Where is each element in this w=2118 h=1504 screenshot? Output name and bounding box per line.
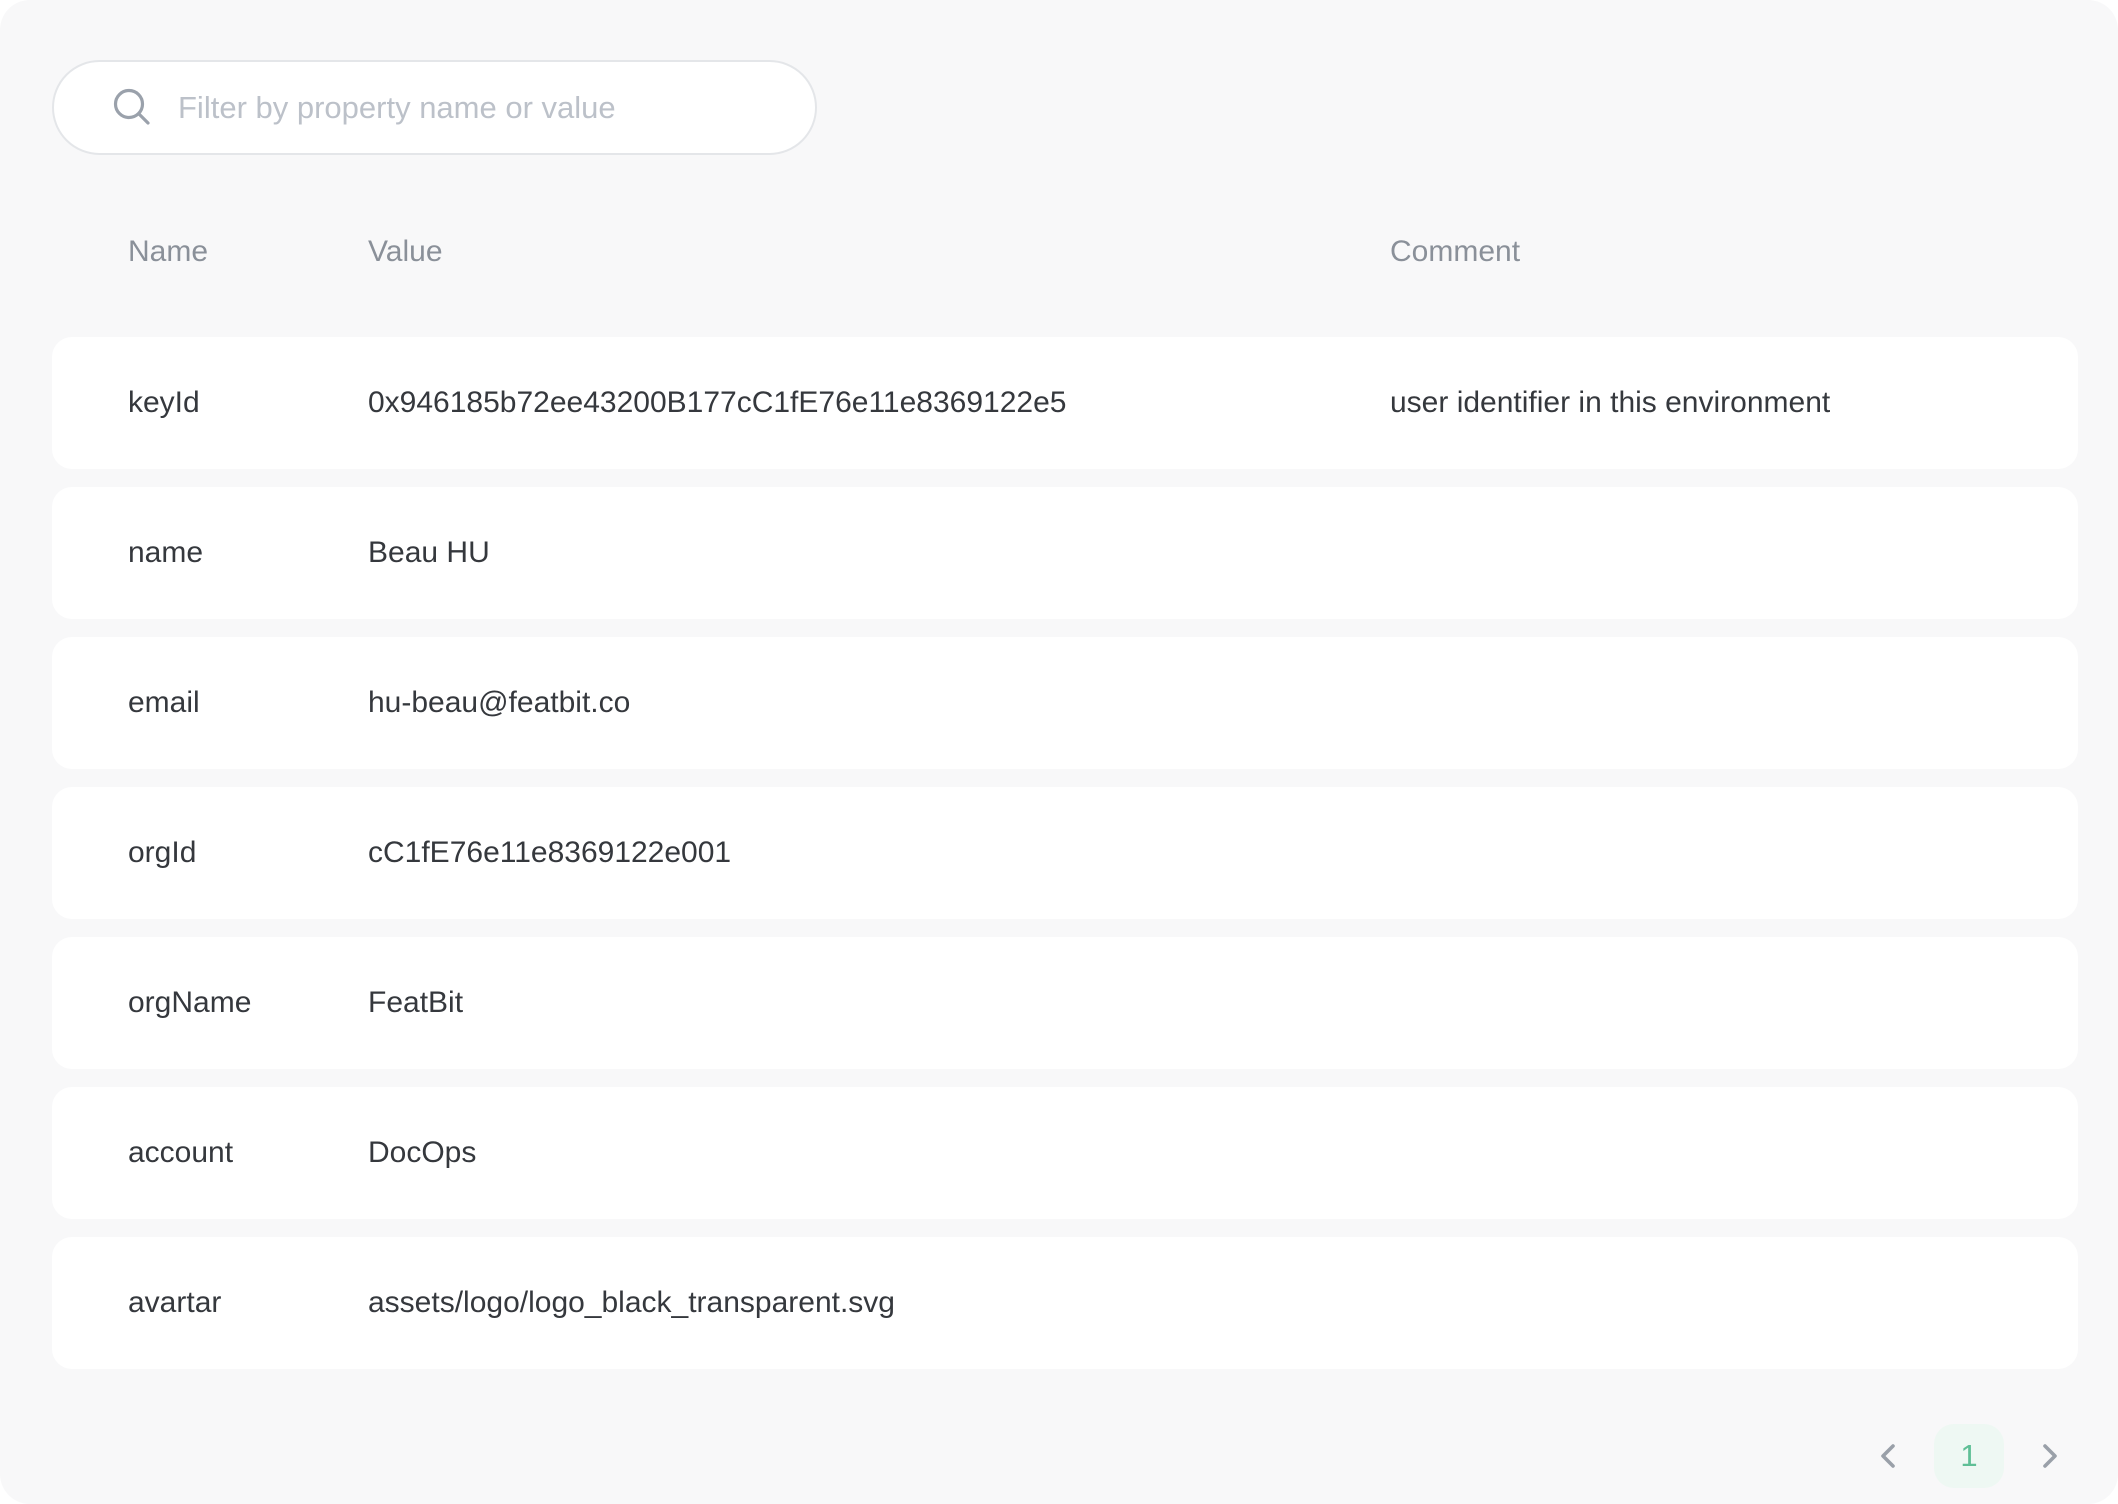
search-box [52,60,817,155]
table-row: keyId 0x946185b72ee43200B177cC1fE76e11e8… [52,337,2078,469]
cell-comment: user identifier in this environment [1390,386,2078,420]
cell-value: Beau HU [368,536,1390,570]
end-user-properties-panel: Name Value Comment keyId 0x946185b72ee43… [0,0,2118,1504]
column-header-value: Value [368,235,1390,269]
cell-value: DocOps [368,1136,1390,1170]
cell-value: cC1fE76e11e8369122e001 [368,836,1390,870]
search-icon [110,86,154,130]
table-row: avartar assets/logo/logo_black_transpare… [52,1237,2078,1369]
table-body: keyId 0x946185b72ee43200B177cC1fE76e11e8… [52,337,2078,1369]
cell-name: email [128,686,368,720]
pagination: 1 [1868,1424,2070,1488]
cell-value: 0x946185b72ee43200B177cC1fE76e11e8369122… [368,386,1390,420]
pagination-next-button[interactable] [2028,1425,2070,1487]
cell-name: avartar [128,1286,368,1320]
cell-name: keyId [128,386,368,420]
cell-value: hu-beau@featbit.co [368,686,1390,720]
cell-value: assets/logo/logo_black_transparent.svg [368,1286,1390,1320]
pagination-page-1[interactable]: 1 [1934,1424,2004,1488]
table-row: account DocOps [52,1087,2078,1219]
cell-name: orgId [128,836,368,870]
table-row: email hu-beau@featbit.co [52,637,2078,769]
search-input[interactable] [176,89,785,127]
table-header-row: Name Value Comment [52,218,2078,286]
column-header-name: Name [128,235,368,269]
table-row: orgId cC1fE76e11e8369122e001 [52,787,2078,919]
table-row: orgName FeatBit [52,937,2078,1069]
chevron-right-icon [2032,1439,2066,1473]
column-header-comment: Comment [1390,235,2078,269]
cell-name: name [128,536,368,570]
cell-value: FeatBit [368,986,1390,1020]
chevron-left-icon [1872,1439,1906,1473]
cell-name: orgName [128,986,368,1020]
table-row: name Beau HU [52,487,2078,619]
pagination-prev-button[interactable] [1868,1425,1910,1487]
cell-name: account [128,1136,368,1170]
